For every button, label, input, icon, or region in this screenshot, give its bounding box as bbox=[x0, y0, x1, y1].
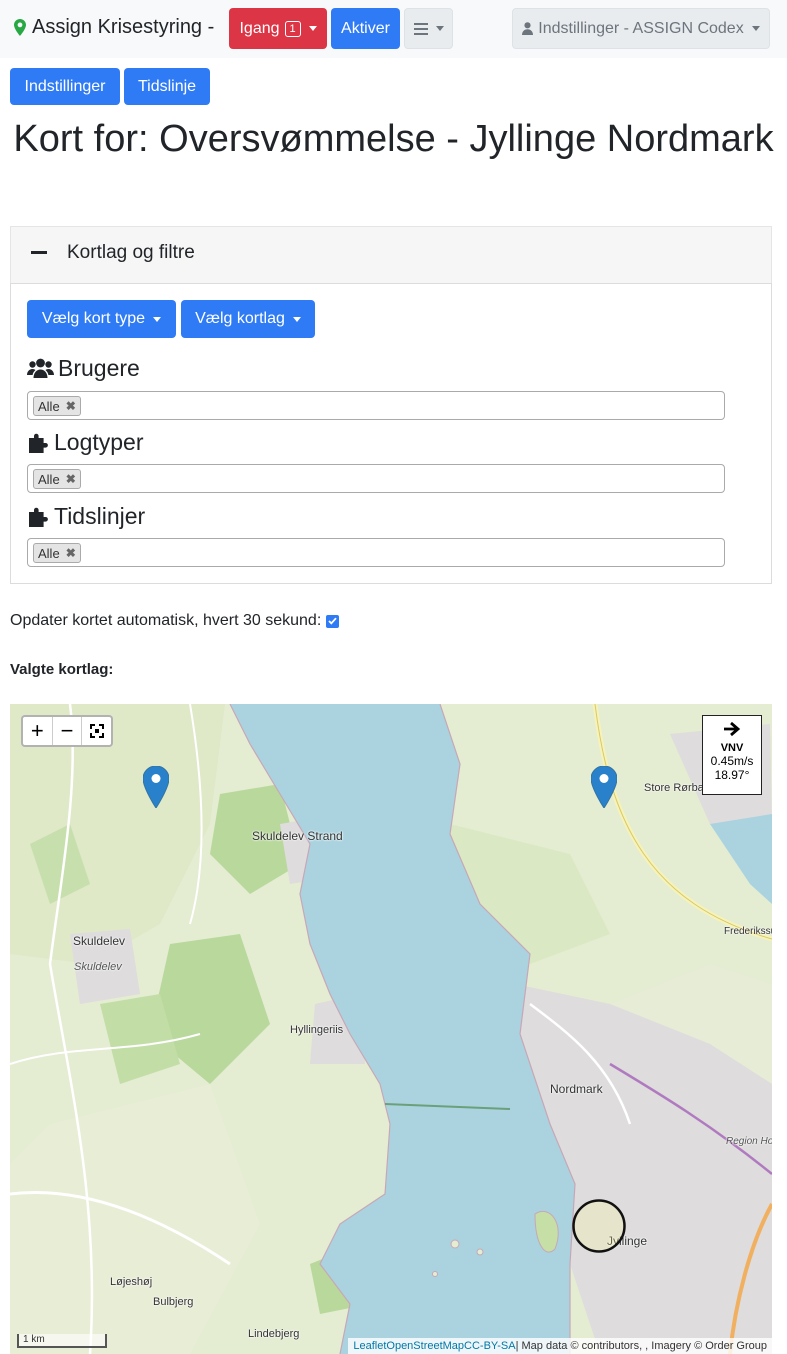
timelines-select[interactable]: Alle ✖ bbox=[27, 538, 725, 567]
remove-tag-icon[interactable]: ✖ bbox=[66, 546, 76, 560]
logtypes-heading-text: Logtyper bbox=[54, 429, 144, 455]
activate-button[interactable]: Aktiver bbox=[331, 8, 400, 49]
status-dropdown-button[interactable]: Igang 1 bbox=[229, 8, 327, 49]
map-type-label: Vælg kort type bbox=[41, 310, 146, 327]
osm-link[interactable]: OpenStreetMap bbox=[386, 1340, 464, 1352]
puzzle-icon bbox=[29, 433, 48, 453]
caret-down-icon bbox=[308, 26, 317, 31]
zoom-control: + − bbox=[21, 715, 113, 747]
map-type-dropdown[interactable]: Vælg kort type bbox=[27, 300, 176, 338]
map-label-skuldelev-strand: Skuldelev Strand bbox=[252, 829, 343, 843]
area-circle-marker[interactable] bbox=[571, 1198, 627, 1254]
timelines-tag: Alle ✖ bbox=[33, 543, 81, 563]
caret-down-icon bbox=[435, 26, 444, 31]
map-label-lindebjerg: Lindebjerg bbox=[248, 1328, 300, 1340]
zoom-in-button[interactable]: + bbox=[23, 717, 53, 745]
wind-speed: 0.45m/s bbox=[710, 754, 754, 768]
logtypes-heading: Logtyper bbox=[27, 429, 144, 456]
user-icon bbox=[522, 22, 534, 35]
caret-down-icon bbox=[751, 26, 760, 31]
brand-text: Assign Krisestyring - bbox=[32, 16, 215, 38]
map-scale: 1 km bbox=[17, 1334, 107, 1348]
auto-update-row: Opdater kortet automatisk, hvert 30 seku… bbox=[10, 612, 340, 630]
status-count-badge: 1 bbox=[284, 20, 301, 37]
attribution-text: | Map data © contributors, , Imagery © O… bbox=[515, 1340, 767, 1352]
logtypes-tag-label: Alle bbox=[38, 471, 60, 487]
remove-tag-icon[interactable]: ✖ bbox=[66, 472, 76, 486]
caret-down-icon bbox=[153, 316, 162, 322]
check-icon bbox=[328, 617, 337, 625]
status-label: Igang bbox=[239, 19, 280, 37]
wind-direction: VNV bbox=[720, 742, 744, 754]
map-label-region: Region Ho bbox=[726, 1136, 772, 1147]
hamburger-icon bbox=[413, 22, 428, 35]
timelines-tag-label: Alle bbox=[38, 545, 60, 561]
selected-layers-label: Valgte kortlag: bbox=[10, 661, 114, 678]
menu-dropdown-button[interactable] bbox=[404, 8, 453, 49]
map-marker-icon[interactable] bbox=[143, 766, 169, 808]
user-settings-label: Indstillinger - ASSIGN Codex bbox=[538, 19, 744, 37]
timelines-heading-text: Tidslinjer bbox=[54, 503, 146, 529]
map-label-skuldelev: Skuldelev bbox=[73, 934, 126, 948]
remove-tag-icon[interactable]: ✖ bbox=[66, 399, 76, 413]
map-marker-icon bbox=[14, 19, 26, 36]
license-link[interactable]: CC-BY-SA bbox=[464, 1340, 516, 1352]
users-tag: Alle ✖ bbox=[33, 396, 81, 416]
settings-button[interactable]: Indstillinger bbox=[10, 68, 120, 105]
map-attribution: LeafletOpenStreetMapCC-BY-SA| Map data ©… bbox=[348, 1338, 772, 1354]
map-tiles bbox=[10, 704, 772, 1354]
top-navbar: Assign Krisestyring - Igang 1 Aktiver In… bbox=[0, 0, 787, 58]
puzzle-icon bbox=[29, 507, 48, 527]
map-label-bulbjerg: Bulbjerg bbox=[153, 1296, 194, 1308]
users-select[interactable]: Alle ✖ bbox=[27, 391, 725, 420]
map-view[interactable]: Skuldelev Strand Skuldelev Skuldelev Hyl… bbox=[10, 704, 772, 1354]
users-icon bbox=[27, 358, 54, 378]
map-label-skuldelev-italic: Skuldelev bbox=[74, 961, 122, 973]
fullscreen-button[interactable] bbox=[82, 717, 111, 745]
auto-update-checkbox[interactable] bbox=[326, 614, 340, 628]
timelines-heading: Tidslinjer bbox=[27, 503, 145, 530]
page-title: Kort for: Oversvømmelse - Jyllinge Nordm… bbox=[13, 118, 774, 160]
fullscreen-icon bbox=[89, 724, 104, 738]
wind-info-box: VNV 0.45m/s 18.97° bbox=[702, 715, 762, 795]
wind-arrow-icon bbox=[724, 721, 741, 737]
timeline-button[interactable]: Tidslinje bbox=[124, 68, 210, 105]
collapse-minus-icon bbox=[31, 251, 47, 254]
users-tag-label: Alle bbox=[38, 398, 60, 414]
leaflet-link[interactable]: Leaflet bbox=[353, 1340, 386, 1352]
user-settings-dropdown[interactable]: Indstillinger - ASSIGN Codex bbox=[512, 8, 770, 49]
map-label-store-rorbaek: Store Rørbæ bbox=[644, 782, 708, 794]
users-heading: Brugere bbox=[27, 355, 140, 382]
map-layer-dropdown[interactable]: Vælg kortlag bbox=[181, 300, 315, 338]
map-label-lojeshoj: Løjeshøj bbox=[110, 1276, 153, 1288]
map-label-nordmark: Nordmark bbox=[550, 1082, 603, 1096]
zoom-out-button[interactable]: − bbox=[53, 717, 83, 745]
logtypes-tag: Alle ✖ bbox=[33, 469, 81, 489]
map-label-frederikssund: Frederikssu bbox=[724, 926, 772, 937]
auto-update-label: Opdater kortet automatisk, hvert 30 seku… bbox=[10, 612, 322, 629]
caret-down-icon bbox=[292, 316, 301, 322]
users-heading-text: Brugere bbox=[58, 355, 140, 381]
accordion-header[interactable]: Kortlag og filtre bbox=[10, 226, 772, 283]
wind-degrees: 18.97° bbox=[714, 768, 750, 782]
map-marker-icon[interactable] bbox=[591, 766, 617, 808]
map-layer-label: Vælg kortlag bbox=[195, 310, 285, 327]
logtypes-select[interactable]: Alle ✖ bbox=[27, 464, 725, 493]
brand[interactable]: Assign Krisestyring - bbox=[14, 16, 214, 39]
accordion-title: Kortlag og filtre bbox=[67, 242, 195, 263]
map-label-hyllingeriis: Hyllingeriis bbox=[290, 1024, 344, 1036]
